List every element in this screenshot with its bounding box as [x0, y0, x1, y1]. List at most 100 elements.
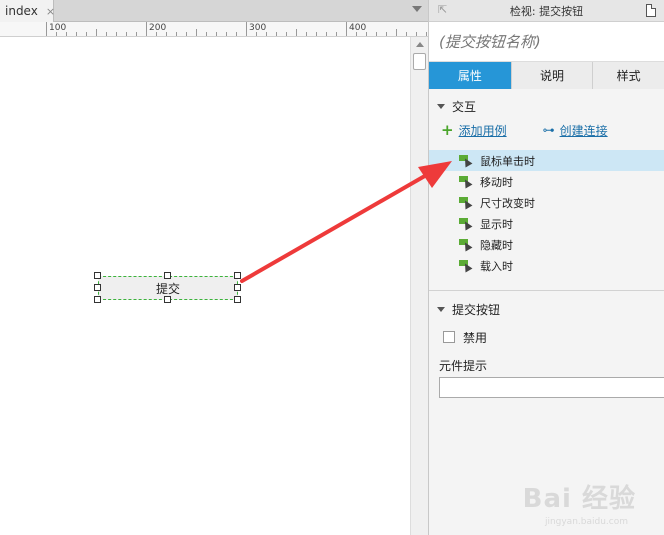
ruler-tick [156, 32, 157, 36]
ruler-tick [376, 32, 377, 36]
event-item-onload[interactable]: 载入时 [429, 255, 664, 276]
ruler-tick [426, 32, 427, 36]
chevron-down-icon[interactable] [437, 306, 445, 312]
ruler-tick [206, 32, 207, 36]
event-label: 载入时 [480, 259, 513, 273]
plus-icon[interactable]: + [441, 122, 454, 138]
app-window: index × 100 200 300 400 提交 ⇱ 检视: 提交按钮 (提… [0, 0, 664, 535]
event-item-onresize[interactable]: 尺寸改变时 [429, 192, 664, 213]
link-icon[interactable]: ⊶ [543, 123, 555, 137]
ruler-tick [196, 29, 197, 36]
ruler-tick [256, 32, 257, 36]
resize-handle[interactable] [164, 296, 171, 303]
event-item-onmove[interactable]: 移动时 [429, 171, 664, 192]
resize-handle[interactable] [234, 296, 241, 303]
ruler-tick [86, 32, 87, 36]
tooltip-label: 元件提示 [439, 359, 488, 373]
inspector-title: 检视: 提交按钮 [509, 4, 584, 18]
ruler-tick [286, 32, 287, 36]
scrollbar-thumb[interactable] [413, 53, 426, 70]
pin-icon[interactable]: ⇱ [438, 3, 447, 16]
ruler-tick [316, 32, 317, 36]
watermark: Bai 经验 [522, 484, 636, 514]
tab-notes[interactable]: 说明 [511, 62, 594, 89]
event-icon [459, 259, 473, 272]
chevron-down-icon[interactable] [437, 103, 445, 109]
ruler-tick [66, 32, 67, 36]
close-icon[interactable]: × [46, 5, 55, 18]
event-icon [459, 154, 473, 167]
event-item-onhide[interactable]: 隐藏时 [429, 234, 664, 255]
ruler-tick [296, 29, 297, 36]
ruler-label: 400 [349, 23, 367, 33]
scroll-up-icon[interactable] [416, 42, 424, 47]
ruler-tick [336, 32, 337, 36]
event-label: 显示时 [480, 217, 513, 231]
ruler-label: 300 [249, 23, 267, 33]
horizontal-ruler: 100 200 300 400 [0, 22, 428, 37]
ruler-label: 200 [149, 23, 167, 33]
chevron-down-icon[interactable] [412, 6, 422, 12]
submit-button-widget[interactable]: 提交 [94, 272, 241, 303]
tab-index[interactable]: index × [0, 0, 55, 22]
ruler-tick [126, 32, 127, 36]
event-label: 隐藏时 [480, 238, 513, 252]
ruler-tick [166, 32, 167, 36]
editor-tab-bar: index × [0, 0, 428, 22]
ruler-tick [106, 32, 107, 36]
submit-section-header[interactable]: 提交按钮 [429, 296, 664, 322]
canvas-scrollbar[interactable] [410, 37, 428, 535]
ruler-tick [406, 32, 407, 36]
tab-style[interactable]: 样式 [593, 62, 664, 89]
event-icon [459, 196, 473, 209]
ruler-tick [146, 22, 147, 36]
ruler-tick [276, 32, 277, 36]
resize-handle[interactable] [94, 272, 101, 279]
event-list: 鼠标单击时 移动时 尺寸改变时 显示时 隐藏时 载入时 [429, 150, 664, 276]
event-icon [459, 175, 473, 188]
document-icon[interactable] [646, 4, 656, 17]
resize-handle[interactable] [94, 296, 101, 303]
tab-label: index [5, 4, 38, 18]
add-case-link[interactable]: 添加用例 [459, 122, 507, 139]
ruler-tick [76, 32, 77, 36]
disable-row: 禁用 [429, 324, 664, 350]
event-item-onclick[interactable]: 鼠标单击时 [429, 150, 664, 171]
ruler-tick [226, 32, 227, 36]
ruler-tick [46, 22, 47, 36]
ruler-tick [396, 29, 397, 36]
disable-label: 禁用 [463, 330, 488, 345]
event-icon [459, 238, 473, 251]
tab-properties[interactable]: 属性 [429, 62, 512, 89]
widget-name-area[interactable]: (提交按钮名称) [429, 22, 664, 62]
resize-handle[interactable] [164, 272, 171, 279]
ruler-tick [186, 32, 187, 36]
ruler-tick [416, 32, 417, 36]
resize-handle[interactable] [94, 284, 101, 291]
ruler-tick [246, 22, 247, 36]
inspector-panel: ⇱ 检视: 提交按钮 (提交按钮名称) 属性 说明 样式 交互 + 添加用例 ⊶… [428, 0, 664, 535]
ruler-tick [386, 32, 387, 36]
event-item-onshow[interactable]: 显示时 [429, 213, 664, 234]
ruler-tick [236, 32, 237, 36]
ruler-tick [116, 32, 117, 36]
section-divider [429, 290, 664, 291]
interaction-actions: + 添加用例 ⊶ 创建连接 [429, 119, 664, 141]
create-link-link[interactable]: 创建连接 [560, 122, 608, 139]
event-icon [459, 217, 473, 230]
ruler-tick [136, 32, 137, 36]
event-label: 移动时 [480, 175, 513, 189]
interaction-section-header[interactable]: 交互 [429, 93, 664, 119]
event-label: 鼠标单击时 [480, 154, 535, 168]
resize-handle[interactable] [234, 272, 241, 279]
section-title: 提交按钮 [452, 302, 501, 317]
ruler-tick [306, 32, 307, 36]
tooltip-input[interactable] [439, 377, 664, 398]
resize-handle[interactable] [234, 284, 241, 291]
widget-name-field[interactable]: (提交按钮名称) [439, 31, 541, 52]
ruler-tick [366, 32, 367, 36]
inspector-tabs: 属性 说明 样式 [429, 62, 664, 89]
ruler-tick [346, 22, 347, 36]
disable-checkbox[interactable] [443, 331, 455, 343]
section-title: 交互 [452, 99, 477, 114]
